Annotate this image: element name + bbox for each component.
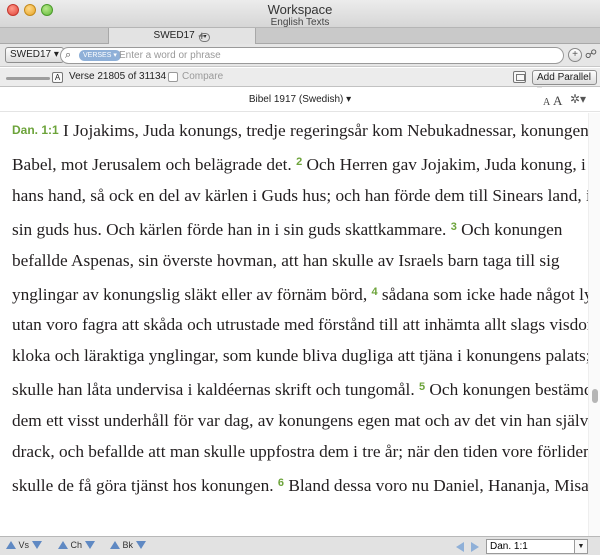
tab-label: SWED17: [153, 30, 195, 41]
search-input[interactable]: [119, 49, 549, 62]
reference-dropdown-icon[interactable]: ▼: [575, 539, 588, 554]
compare-label: Compare: [182, 71, 224, 82]
vertical-scrollbar[interactable]: [588, 113, 600, 536]
verse-text: I Jojakims, Juda konungs, tredje regerin…: [58, 121, 588, 140]
verse-text: kloka och läraktiga ynglingar, som kunde…: [12, 346, 588, 366]
text-line: utan voro fagra att skåda och utrustade …: [12, 310, 588, 341]
history-forward-icon[interactable]: [471, 542, 479, 552]
compare-checkbox[interactable]: [168, 72, 178, 82]
verse-text: befallde Aspenas, sin överste hovman, at…: [12, 250, 560, 270]
reference-input[interactable]: [486, 539, 575, 554]
verse-text: Och konungen bestämde åt: [429, 380, 588, 400]
next-verse-icon[interactable]: [31, 541, 42, 549]
passage-text: Dan. 1:1 I Jojakims, Juda konungs, tredj…: [12, 115, 588, 502]
window-title: Workspace: [267, 2, 333, 17]
verse-text: drack, och befallde att man skulle uppfo…: [12, 442, 588, 462]
chapter-nav-label: Ch: [70, 540, 83, 550]
search-icon[interactable]: ⌕: [65, 49, 71, 62]
text-line: befallde Aspenas, sin överste hovman, at…: [12, 246, 582, 277]
layout-pane-icon[interactable]: [513, 71, 526, 83]
previous-book-icon[interactable]: [110, 541, 120, 549]
verse-nav: Vs: [6, 540, 42, 550]
verse-slider-track[interactable]: [6, 77, 50, 80]
book-nav-label: Bk: [122, 540, 134, 550]
text-line: sin guds hus. Och kärlen förde han in i …: [12, 212, 582, 246]
verse-text: Babel, mot Jerusalem och belägrade det.: [12, 154, 297, 174]
text-line: skulle han låta undervisa i kaldéernas s…: [12, 372, 588, 406]
verse-text: sådana som icke hade något lyte,: [377, 284, 588, 304]
verse-text: Och konungen: [456, 219, 563, 239]
verse-reference[interactable]: Dan. 1:1: [12, 123, 59, 137]
text-line: drack, och befallde att man skulle uppfo…: [12, 437, 588, 468]
decrease-font-button[interactable]: A: [543, 97, 550, 108]
chapter-nav: Ch: [58, 540, 95, 550]
add-icon[interactable]: +: [568, 48, 582, 62]
status-row: A Verse 21805 of 31134 Compare Add Paral…: [0, 68, 600, 96]
window-subtitle: English Texts: [270, 17, 330, 28]
next-chapter-icon[interactable]: [84, 541, 95, 549]
verse-text: skulle de få göra tjänst hos konungen.: [12, 475, 278, 495]
add-parallel-button[interactable]: Add Parallel ▾: [532, 70, 597, 96]
verse-position-label: Verse 21805 of 31134: [69, 71, 167, 82]
increase-font-button[interactable]: A: [553, 93, 562, 108]
tab-swed17[interactable]: SWED17 ▾: [108, 28, 256, 44]
history-back-icon[interactable]: [456, 542, 464, 552]
text-line: kloka och läraktiga ynglingar, som kunde…: [12, 341, 588, 372]
version-header: Bibel 1917 (Swedish) ▾ A A ✲▾: [0, 88, 600, 112]
verse-nav-label: Vs: [18, 540, 30, 550]
bible-text-pane[interactable]: Dan. 1:1 I Jojakims, Juda konungs, tredj…: [0, 113, 588, 536]
verse-text: ynglingar av konungslig släkt eller av f…: [12, 284, 372, 304]
navigation-bar: Vs Ch Bk ▼: [0, 536, 600, 555]
text-line: skulle de få göra tjänst hos konungen. 6…: [12, 468, 588, 502]
search-mode-badge[interactable]: VERSES ▾: [79, 50, 121, 61]
search-field[interactable]: ⌕ VERSES ▾: [60, 47, 564, 64]
verse-slider-handle[interactable]: A: [52, 72, 63, 83]
text-line: Babel, mot Jerusalem och belägrade det. …: [12, 147, 586, 181]
title-bar: Workspace English Texts: [0, 0, 600, 28]
previous-verse-icon[interactable]: [6, 541, 16, 549]
verse-text: hans hand, så ock en del av kärlen i Gud…: [12, 185, 588, 205]
font-size-control: A A: [543, 93, 562, 109]
verse-text: dem ett visst underhåll för var dag, av …: [12, 411, 588, 431]
tab-bar: SWED17 ▾ +: [0, 28, 600, 44]
verse-text: skulle han låta undervisa i kaldéernas s…: [12, 380, 419, 400]
verse-text: Och Herren gav Jojakim, Juda konung, i: [302, 154, 586, 174]
search-toolbar: SWED17 ▾ ⌕ VERSES ▾ + ☍: [0, 44, 600, 67]
next-book-icon[interactable]: [135, 541, 146, 549]
verse-text: utan voro fagra att skåda och utrustade …: [12, 315, 588, 335]
bible-version-menu[interactable]: Bibel 1917 (Swedish) ▾: [0, 94, 600, 105]
book-nav: Bk: [110, 540, 146, 550]
text-line: ynglingar av konungslig släkt eller av f…: [12, 277, 588, 311]
text-line: hans hand, så ock en del av kärlen i Gud…: [12, 181, 588, 212]
verse-text: Bland dessa voro nu Daniel, Hananja, Mis…: [284, 475, 588, 495]
scrollbar-thumb[interactable]: [592, 389, 598, 403]
gear-icon[interactable]: ✲▾: [570, 92, 586, 106]
verse-text: sin guds hus. Och kärlen förde han in i …: [12, 219, 451, 239]
text-line: Dan. 1:1 I Jojakims, Juda konungs, tredj…: [12, 115, 588, 147]
text-line: dem ett visst underhåll för var dag, av …: [12, 406, 588, 437]
share-icon[interactable]: ☍: [584, 48, 598, 62]
add-tab-button[interactable]: +: [198, 28, 206, 43]
previous-chapter-icon[interactable]: [58, 541, 68, 549]
version-selector-button[interactable]: SWED17 ▾: [5, 47, 64, 63]
